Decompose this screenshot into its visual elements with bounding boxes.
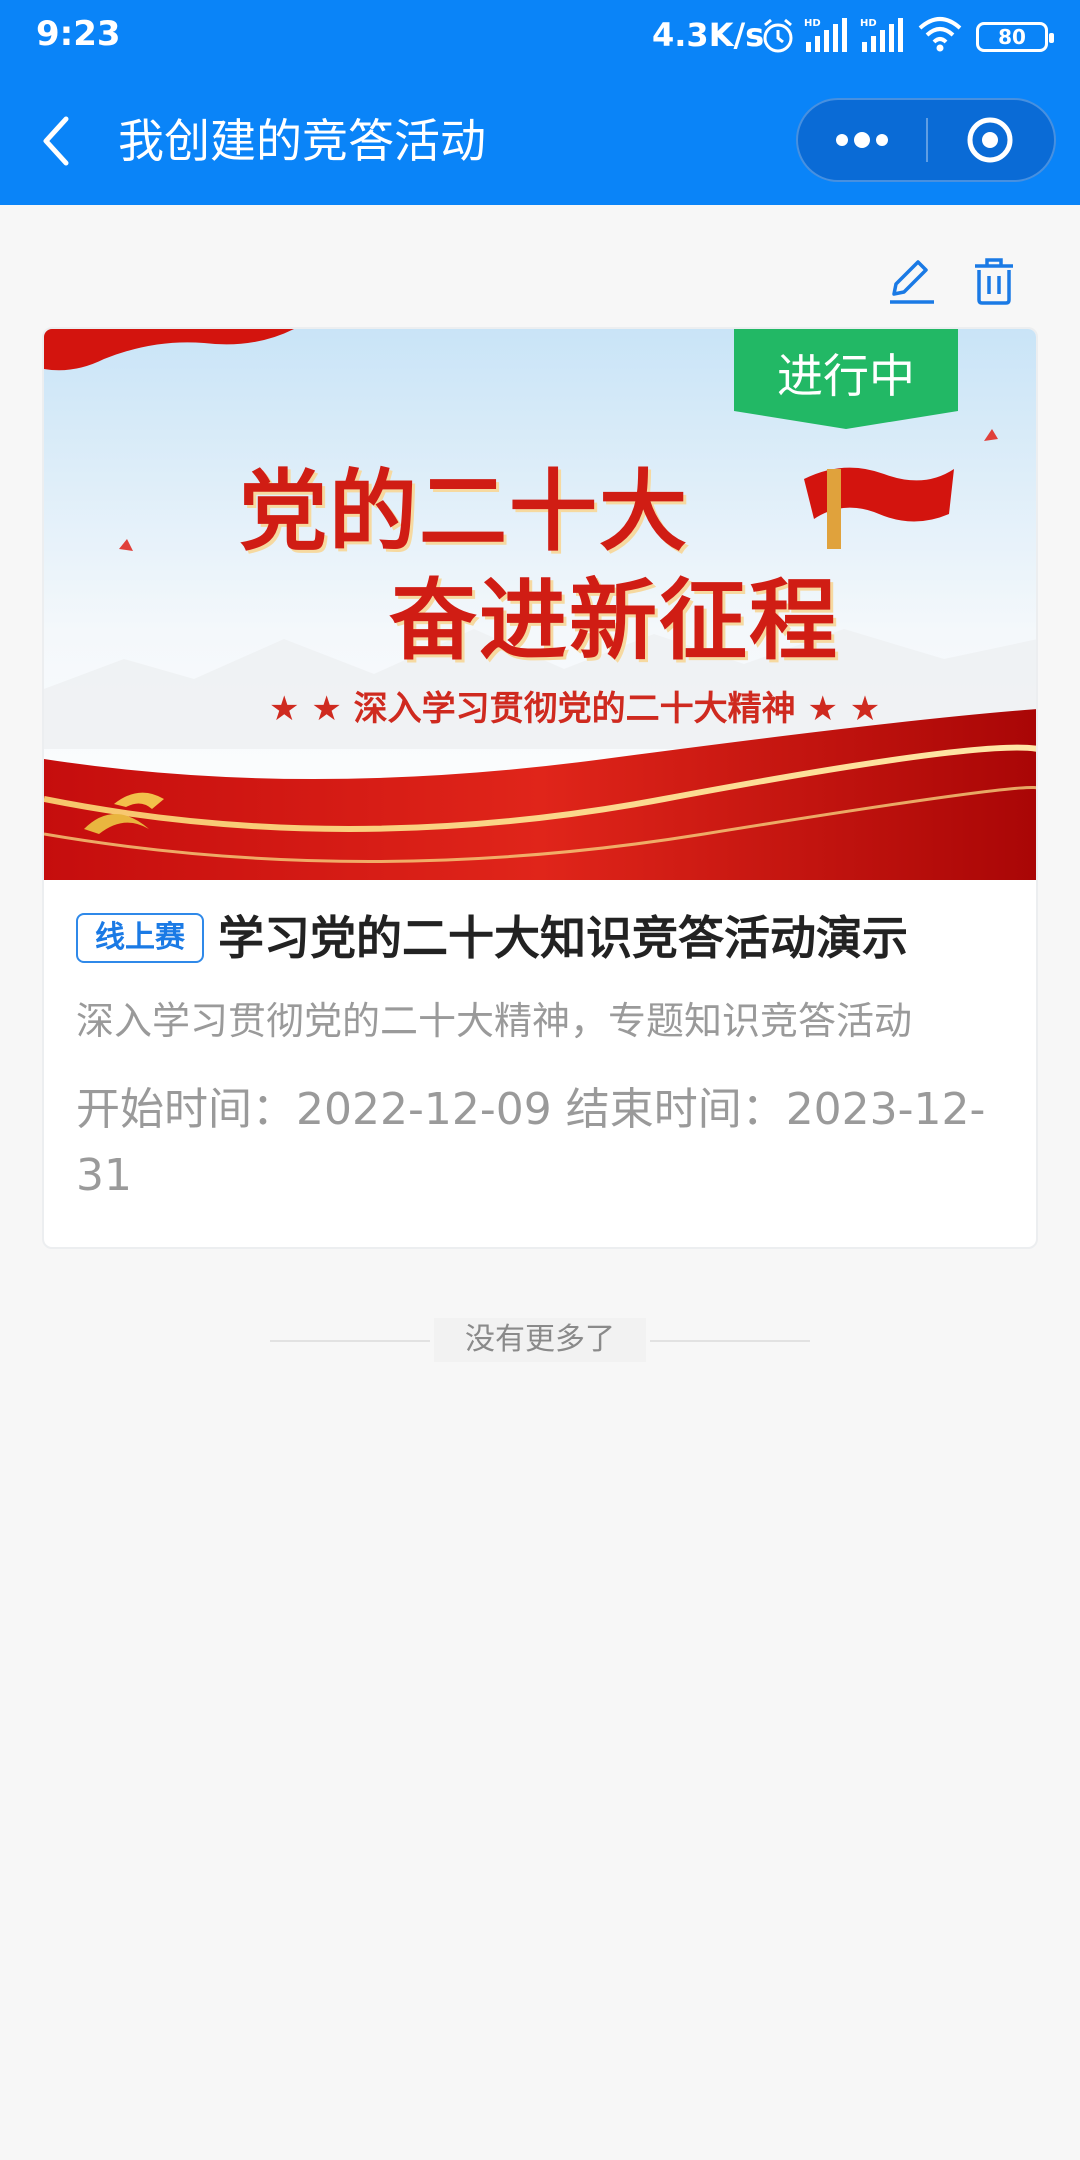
divider-line-right (650, 1340, 810, 1342)
top-bar: 9:23 4.3K/s HD HD 80 我创建的竞答活动 (0, 0, 1080, 205)
cell-signal-icon: HD (804, 18, 847, 52)
wifi-icon (918, 17, 962, 52)
contest-type-tag: 线上赛 (76, 913, 204, 963)
divider-line-left (270, 1340, 430, 1342)
banner-heading-2: 奋进新征程 (389, 569, 840, 672)
status-badge: 进行中 (777, 349, 915, 403)
svg-text:HD: HD (804, 18, 821, 29)
banner-subtitle: ★ ★ 深入学习贯彻党的二十大精神 ★ ★ (269, 689, 881, 729)
page-title: 我创建的竞答活动 (118, 114, 486, 168)
no-more-text: 没有更多了 (434, 1318, 646, 1362)
edit-icon[interactable] (886, 256, 938, 306)
svg-text:HD: HD (860, 18, 877, 29)
no-more-divider: 没有更多了 (270, 1318, 810, 1362)
activity-card[interactable]: 党的二十大 奋进新征程 ★ ★ 深入学习贯彻党的二十大精神 ★ ★ 进行中 线上… (42, 327, 1038, 1249)
network-speed: 4.3K/s (652, 16, 765, 54)
cell-signal-2-icon: HD (860, 18, 903, 52)
back-arrow-icon[interactable] (34, 111, 84, 171)
miniprogram-capsule (796, 98, 1056, 182)
more-options-icon[interactable] (798, 100, 926, 180)
alarm-icon (763, 18, 793, 53)
status-bar: 9:23 4.3K/s HD HD 80 (0, 0, 1080, 75)
status-time: 9:23 (36, 14, 121, 54)
activity-description: 深入学习贯彻党的二十大精神，专题知识竞答活动 (76, 999, 913, 1043)
close-miniprogram-icon[interactable] (928, 100, 1056, 180)
battery-icon: 80 (976, 22, 1054, 52)
activity-dates: 开始时间：2022-12-09 结束时间：2023-12-31 (76, 1084, 986, 1201)
delete-icon[interactable] (971, 256, 1017, 306)
card-title-row: 线上赛 学习党的二十大知识竞答活动演示 (76, 907, 1016, 969)
activity-title: 学习党的二十大知识竞答活动演示 (218, 911, 908, 965)
banner-heading-1: 党的二十大 (239, 460, 690, 563)
navigation-bar: 我创建的竞答活动 (0, 75, 1080, 205)
